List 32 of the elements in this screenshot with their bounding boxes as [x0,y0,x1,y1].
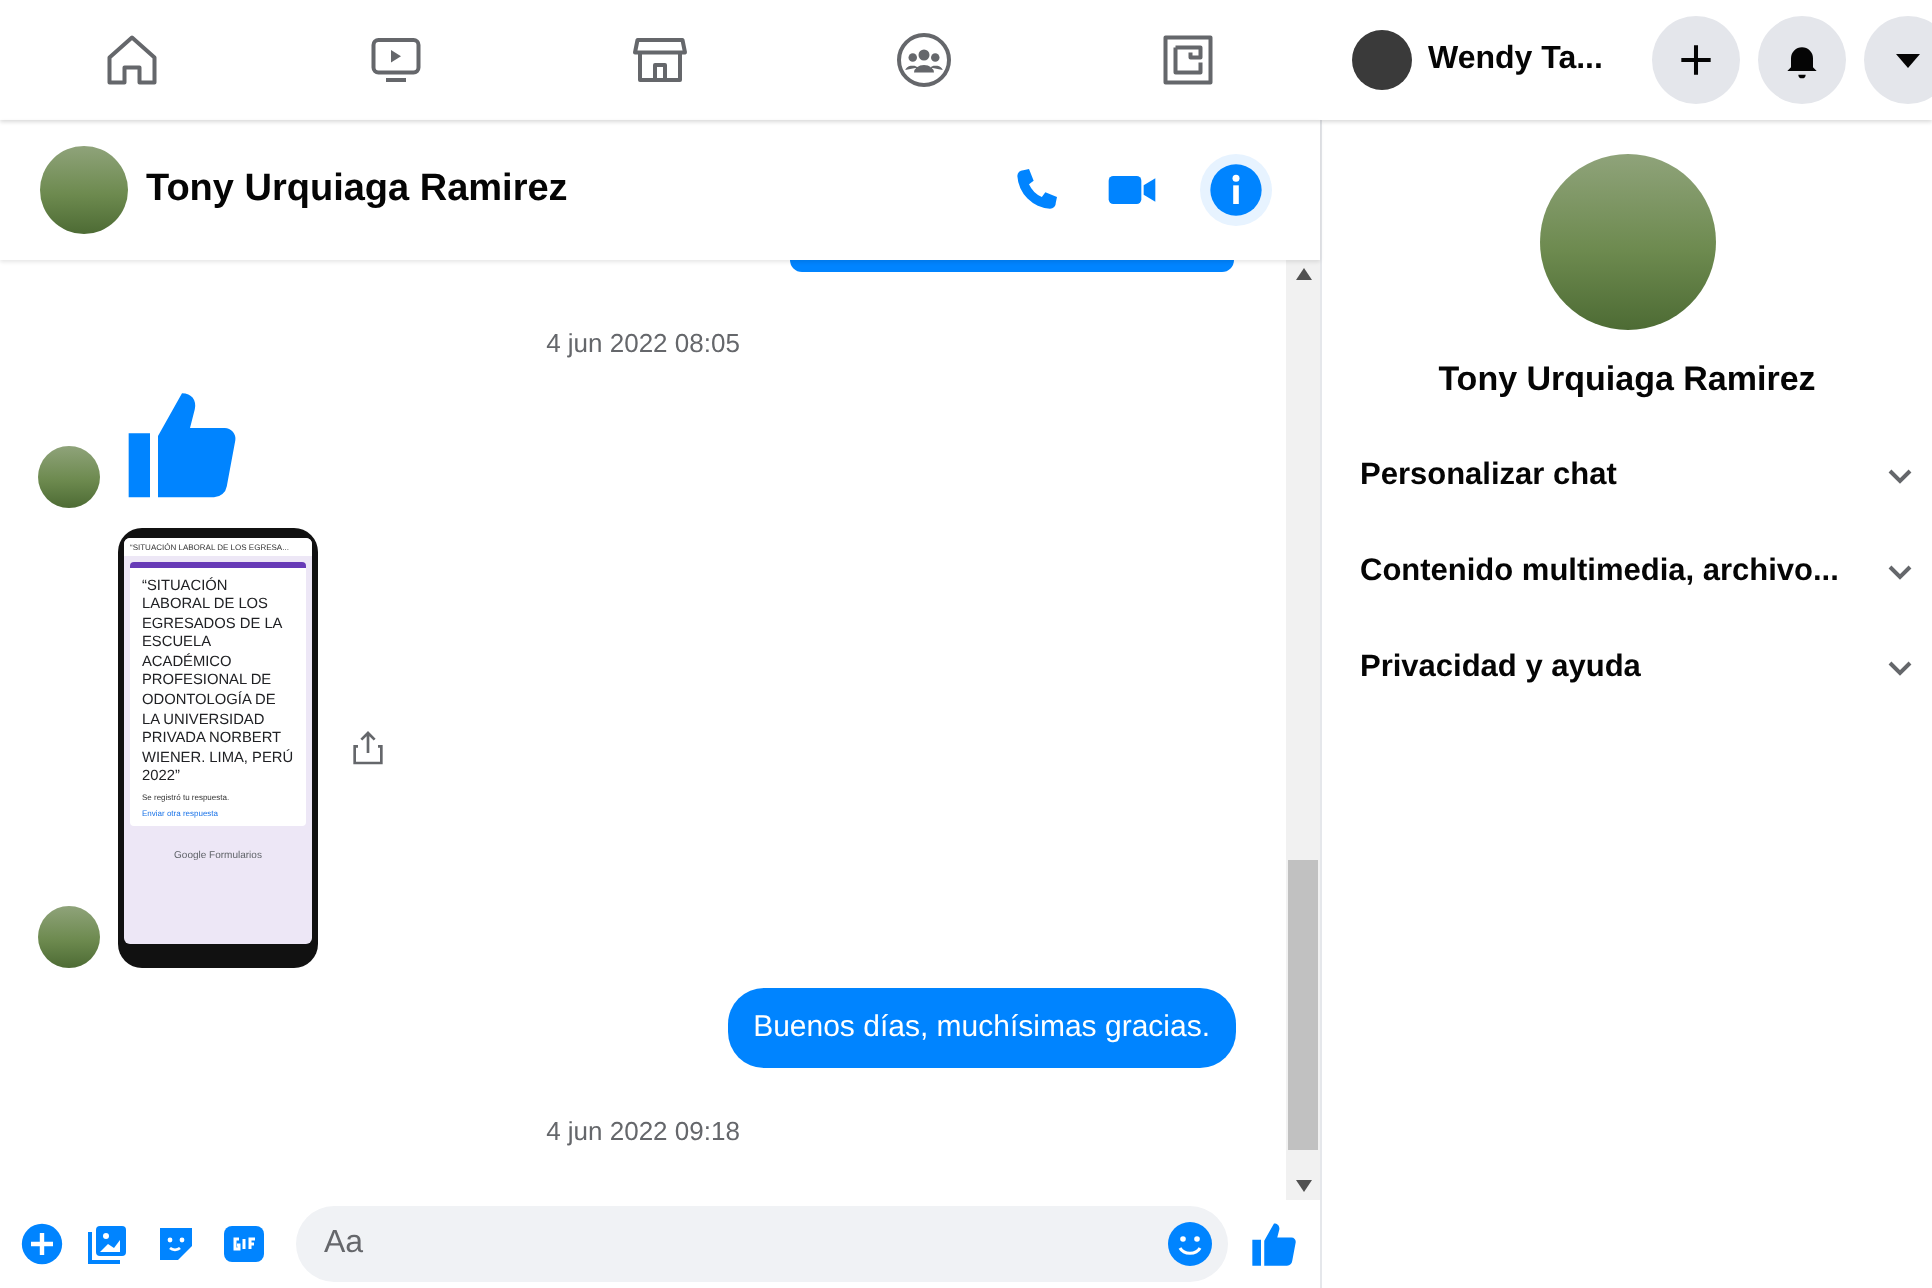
square-g-icon[interactable] [1158,30,1218,90]
timestamp: 4 jun 2022 08:05 [546,326,740,362]
home-icon[interactable] [102,30,162,90]
people-icon[interactable] [894,30,954,90]
avatar [40,146,128,234]
info-icon[interactable] [1208,162,1264,218]
message-bubble: Buenos días, muchísimas gracias. [727,987,1236,1068]
panel-section[interactable]: Contenido multimedia, archivo... [1322,523,1932,619]
avatar [1352,30,1412,90]
avatar [38,905,100,967]
account-menu-icon [1896,53,1920,67]
add-icon[interactable] [20,1222,64,1266]
contact-name[interactable]: Tony Urquiaga Ramirez [146,161,568,219]
notifications-button[interactable] [1758,16,1846,104]
thumbs-up-icon[interactable] [1248,1218,1300,1270]
message-input[interactable]: Aa [296,1206,1228,1282]
contact-name: Tony Urquiaga Ramirez [1438,358,1816,402]
phone-screenshot[interactable] [118,527,318,967]
scrollbar[interactable] [1286,260,1320,1200]
avatar [38,445,100,507]
profile-button[interactable]: Wendy Ta... [1352,30,1603,90]
account-menu-button[interactable] [1864,16,1932,104]
panel-section[interactable]: Personalizar chat [1322,427,1932,523]
photo-icon[interactable] [84,1220,132,1268]
scroll-down-arrow-icon[interactable] [1295,1180,1311,1192]
share-icon[interactable] [348,727,388,767]
create-button[interactable] [1652,16,1740,104]
gif-icon[interactable] [220,1220,268,1268]
panel-section[interactable]: Privacidad y ayuda [1322,619,1932,715]
smiley-icon[interactable] [1166,1220,1214,1268]
scroll-up-arrow-icon[interactable] [1295,268,1311,280]
timestamp: 4 jun 2022 09:18 [546,1114,740,1150]
